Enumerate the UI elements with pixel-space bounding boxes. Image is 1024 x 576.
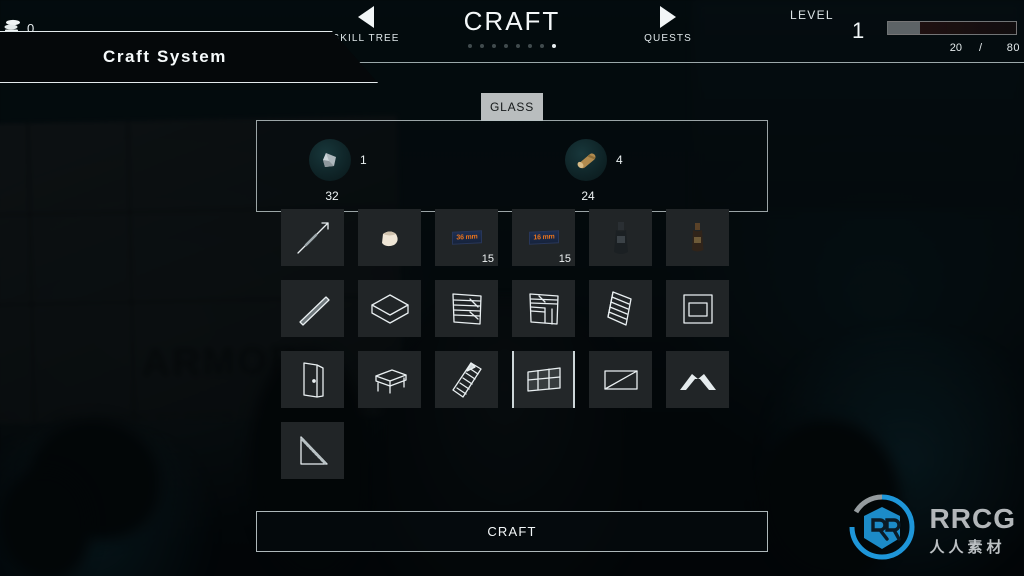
stone-icon — [309, 139, 351, 181]
page-dot[interactable] — [552, 44, 556, 48]
grid-item-shell[interactable] — [358, 209, 421, 266]
grid-item-window-frame[interactable] — [666, 280, 729, 337]
page-dot[interactable] — [480, 44, 484, 48]
arrow-icon — [292, 217, 334, 259]
craft-button[interactable]: CRAFT — [256, 511, 768, 552]
grid-item-ramp-stairs[interactable] — [435, 351, 498, 408]
level-label: LEVEL — [790, 8, 834, 22]
roof-peak-icon — [676, 366, 720, 394]
grid-item-door[interactable] — [281, 351, 344, 408]
grid-item-crate[interactable] — [358, 280, 421, 337]
bottle-small-icon — [684, 218, 712, 258]
watermark-text: RRCG 人人素材 — [930, 503, 1016, 557]
category-tab-label: GLASS — [489, 100, 535, 114]
grid-item-glass-pane[interactable] — [512, 351, 575, 408]
material-owned-amount: 24 — [581, 189, 595, 203]
page-dot[interactable] — [468, 44, 472, 48]
ammo-caliber-label: 16 mm — [532, 233, 555, 242]
ramp-stairs-icon — [447, 359, 487, 401]
shell-icon — [374, 222, 406, 254]
material-wood: 4 24 — [565, 139, 715, 209]
craft-system-banner: Craft System — [0, 31, 378, 83]
wall-icon — [448, 290, 486, 328]
ramp-wedge-icon — [293, 432, 333, 470]
wood-log-icon — [565, 139, 607, 181]
grid-item-bottle-small[interactable] — [666, 209, 729, 266]
grid-item-wall[interactable] — [435, 280, 498, 337]
grid-item-quantity: 15 — [558, 253, 571, 265]
grid-item-rod[interactable] — [281, 280, 344, 337]
grid-item-roof-peak[interactable] — [666, 351, 729, 408]
grid-item-ammo-16mm[interactable]: 16 mm 15 — [512, 209, 575, 266]
grid-item-fence[interactable] — [589, 351, 652, 408]
watermark-main: RRCG — [929, 502, 1016, 534]
grid-item-ammo-36mm[interactable]: 36 mm 15 — [435, 209, 498, 266]
category-tab-glass[interactable]: GLASS — [481, 93, 543, 121]
grid-item-ramp-wedge[interactable] — [281, 422, 344, 479]
ammo-box-icon: 36 mm — [451, 230, 482, 245]
materials-panel: 1 32 4 24 — [256, 120, 768, 212]
page-dot[interactable] — [528, 44, 532, 48]
fence-icon — [600, 365, 642, 395]
wall-doorway-icon — [525, 290, 563, 328]
rrcg-logo-icon — [844, 489, 920, 570]
craft-system-banner-title: Craft System — [102, 47, 228, 66]
watermark: RRCG 人人素材 — [844, 489, 1016, 570]
xp-progress-bar — [887, 21, 1017, 35]
watermark-sub: 人人素材 — [929, 538, 1006, 556]
grid-item-quantity: 15 — [481, 253, 494, 265]
xp-max: 80 — [1006, 42, 1020, 54]
stairs-icon — [600, 289, 642, 329]
xp-progress-fill — [888, 22, 920, 34]
material-required-amount: 1 — [360, 153, 367, 167]
grid-item-table[interactable] — [358, 351, 421, 408]
door-icon — [297, 359, 329, 401]
material-stone: 1 32 — [309, 139, 459, 209]
page-dot[interactable] — [516, 44, 520, 48]
ammo-box-icon: 16 mm — [528, 230, 559, 245]
bottle-icon — [604, 218, 638, 258]
grid-item-bottle-dark[interactable] — [589, 209, 652, 266]
craft-item-grid: 36 mm 15 16 mm 15 — [281, 209, 743, 479]
glass-pane-icon — [522, 363, 566, 397]
grid-item-arrow[interactable] — [281, 209, 344, 266]
rod-icon — [292, 288, 334, 330]
grid-item-wall-doorway[interactable] — [512, 280, 575, 337]
level-block: LEVEL 1 20 / 80 — [790, 6, 1020, 58]
page-dot[interactable] — [492, 44, 496, 48]
table-icon — [368, 363, 412, 397]
craft-button-label: CRAFT — [487, 524, 537, 539]
page-dot[interactable] — [504, 44, 508, 48]
level-value: 1 — [852, 18, 865, 43]
material-owned-amount: 32 — [325, 189, 339, 203]
ammo-caliber-label: 36 mm — [455, 233, 478, 242]
open-box-icon — [368, 291, 412, 327]
page-dot[interactable] — [540, 44, 544, 48]
grid-item-stairs[interactable] — [589, 280, 652, 337]
window-frame-icon — [679, 290, 717, 328]
material-required-amount: 4 — [616, 153, 623, 167]
